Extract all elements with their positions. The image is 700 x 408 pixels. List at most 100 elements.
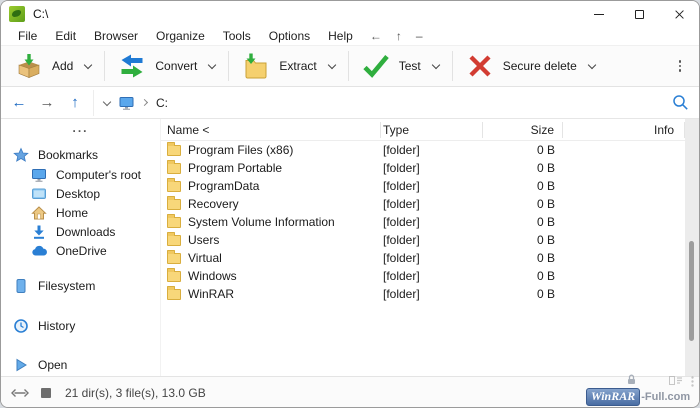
menu-file[interactable]: File (9, 29, 46, 43)
convert-dropdown-chevron-icon[interactable] (208, 60, 216, 68)
menu-options[interactable]: Options (260, 29, 319, 43)
add-button[interactable]: Add (7, 48, 99, 84)
sidebar-item-history[interactable]: History (1, 316, 160, 336)
column-header-info[interactable]: Info (563, 122, 685, 138)
menu-collapse-icon[interactable]: – (410, 29, 429, 43)
convert-button[interactable]: Convert (110, 48, 223, 84)
sidebar-item-home[interactable]: Home (1, 203, 160, 222)
address-bar: ← → ↑ C: (1, 87, 699, 119)
resize-handle-icon[interactable] (11, 387, 29, 399)
menu-back-icon[interactable]: ← (364, 29, 388, 43)
table-row[interactable]: ProgramData [folder] 0 B (161, 177, 685, 195)
file-rows: Program Files (x86) [folder] 0 B Program… (161, 141, 685, 376)
search-button[interactable] (663, 90, 697, 116)
table-row[interactable]: Recovery [folder] 0 B (161, 195, 685, 213)
home-icon (31, 205, 47, 221)
table-row[interactable]: Program Files (x86) [folder] 0 B (161, 141, 685, 159)
address-dropdown-chevron-icon[interactable] (103, 97, 111, 105)
close-icon (674, 9, 685, 20)
sidebar-item-bookmarks[interactable]: Bookmarks (1, 145, 160, 165)
status-stop-icon[interactable] (41, 388, 51, 398)
maximize-icon (635, 10, 644, 19)
table-row[interactable]: Program Portable [folder] 0 B (161, 159, 685, 177)
sidebar-item-open[interactable]: Open (1, 355, 160, 375)
file-size: 0 B (483, 233, 563, 247)
watermark: WinRAR -Full.com (586, 378, 696, 406)
file-size: 0 B (483, 161, 563, 175)
toolbar-separator (452, 51, 453, 81)
sidebar-item-downloads[interactable]: Downloads (1, 222, 160, 241)
folder-icon (167, 235, 181, 246)
sidebar-more-button[interactable]: ... (1, 123, 160, 139)
monitor-icon (31, 167, 47, 183)
menu-edit[interactable]: Edit (46, 29, 85, 43)
menu-help[interactable]: Help (319, 29, 362, 43)
desktop-icon (31, 186, 47, 202)
minimize-button[interactable] (579, 1, 619, 27)
ellipsis-vertical-icon (691, 376, 694, 387)
toolbar-separator (348, 51, 349, 81)
table-row[interactable]: Virtual [folder] 0 B (161, 249, 685, 267)
table-row[interactable]: WinRAR [folder] 0 B (161, 285, 685, 303)
folder-icon (167, 217, 181, 228)
maximize-button[interactable] (619, 1, 659, 27)
test-dropdown-chevron-icon[interactable] (432, 60, 440, 68)
vertical-scrollbar[interactable] (685, 119, 699, 376)
column-header-size[interactable]: Size (483, 122, 563, 138)
star-icon (13, 147, 29, 163)
file-name: Windows (188, 269, 237, 283)
up-button[interactable]: ↑ (61, 90, 89, 116)
test-check-icon (362, 53, 390, 79)
toolbar-overflow-button[interactable] (673, 56, 688, 76)
extract-dropdown-chevron-icon[interactable] (327, 60, 335, 68)
column-header-name[interactable]: Name < (161, 122, 381, 138)
sidebar-item-onedrive[interactable]: OneDrive (1, 241, 160, 260)
column-header-type[interactable]: Type (381, 122, 483, 138)
file-size: 0 B (483, 269, 563, 283)
computer-icon (118, 95, 135, 111)
sidebar-item-desktop[interactable]: Desktop (1, 184, 160, 203)
watermark-suffix: -Full.com (641, 391, 690, 403)
extract-button[interactable]: Extract (234, 48, 342, 84)
minimize-icon (594, 14, 604, 15)
lock-icon (626, 374, 637, 385)
folder-icon (167, 145, 181, 156)
extract-label: Extract (279, 59, 316, 73)
table-row[interactable]: Users [folder] 0 B (161, 231, 685, 249)
sidebar-item-label: Computer's root (56, 168, 141, 182)
file-size: 0 B (483, 251, 563, 265)
back-button[interactable]: ← (5, 90, 33, 116)
sidebar-item-computers-root[interactable]: Computer's root (1, 165, 160, 184)
secure-delete-button[interactable]: Secure delete (458, 48, 603, 84)
forward-button[interactable]: → (33, 90, 61, 116)
download-icon (31, 224, 47, 240)
menu-up-icon[interactable]: ↑ (390, 29, 408, 43)
test-button[interactable]: Test (354, 48, 447, 84)
file-size: 0 B (483, 179, 563, 193)
test-label: Test (399, 59, 421, 73)
file-type: [folder] (381, 233, 483, 247)
play-icon (13, 357, 29, 373)
address-field[interactable]: C: (93, 90, 663, 116)
sidebar-item-label: Filesystem (38, 279, 95, 293)
breadcrumb-path[interactable]: C: (156, 96, 168, 110)
table-row[interactable]: System Volume Information [folder] 0 B (161, 213, 685, 231)
file-size: 0 B (483, 215, 563, 229)
add-dropdown-chevron-icon[interactable] (84, 60, 92, 68)
scrollbar-thumb[interactable] (689, 241, 694, 341)
file-list-header: Name < Type Size Info (161, 119, 685, 141)
menu-bar: File Edit Browser Organize Tools Options… (1, 27, 699, 45)
menu-browser[interactable]: Browser (85, 29, 147, 43)
table-row[interactable]: Windows [folder] 0 B (161, 267, 685, 285)
cloud-icon (31, 243, 47, 259)
file-size: 0 B (483, 287, 563, 301)
close-button[interactable] (659, 1, 699, 27)
sidebar: ... Bookmarks Computer's root (1, 119, 161, 376)
menu-organize[interactable]: Organize (147, 29, 214, 43)
menu-tools[interactable]: Tools (214, 29, 260, 43)
sidebar-item-label: Open (38, 358, 67, 372)
secure-delete-dropdown-chevron-icon[interactable] (588, 60, 596, 68)
folder-icon (167, 253, 181, 264)
sidebar-item-filesystem[interactable]: Filesystem (1, 276, 160, 296)
file-name: Recovery (188, 197, 239, 211)
